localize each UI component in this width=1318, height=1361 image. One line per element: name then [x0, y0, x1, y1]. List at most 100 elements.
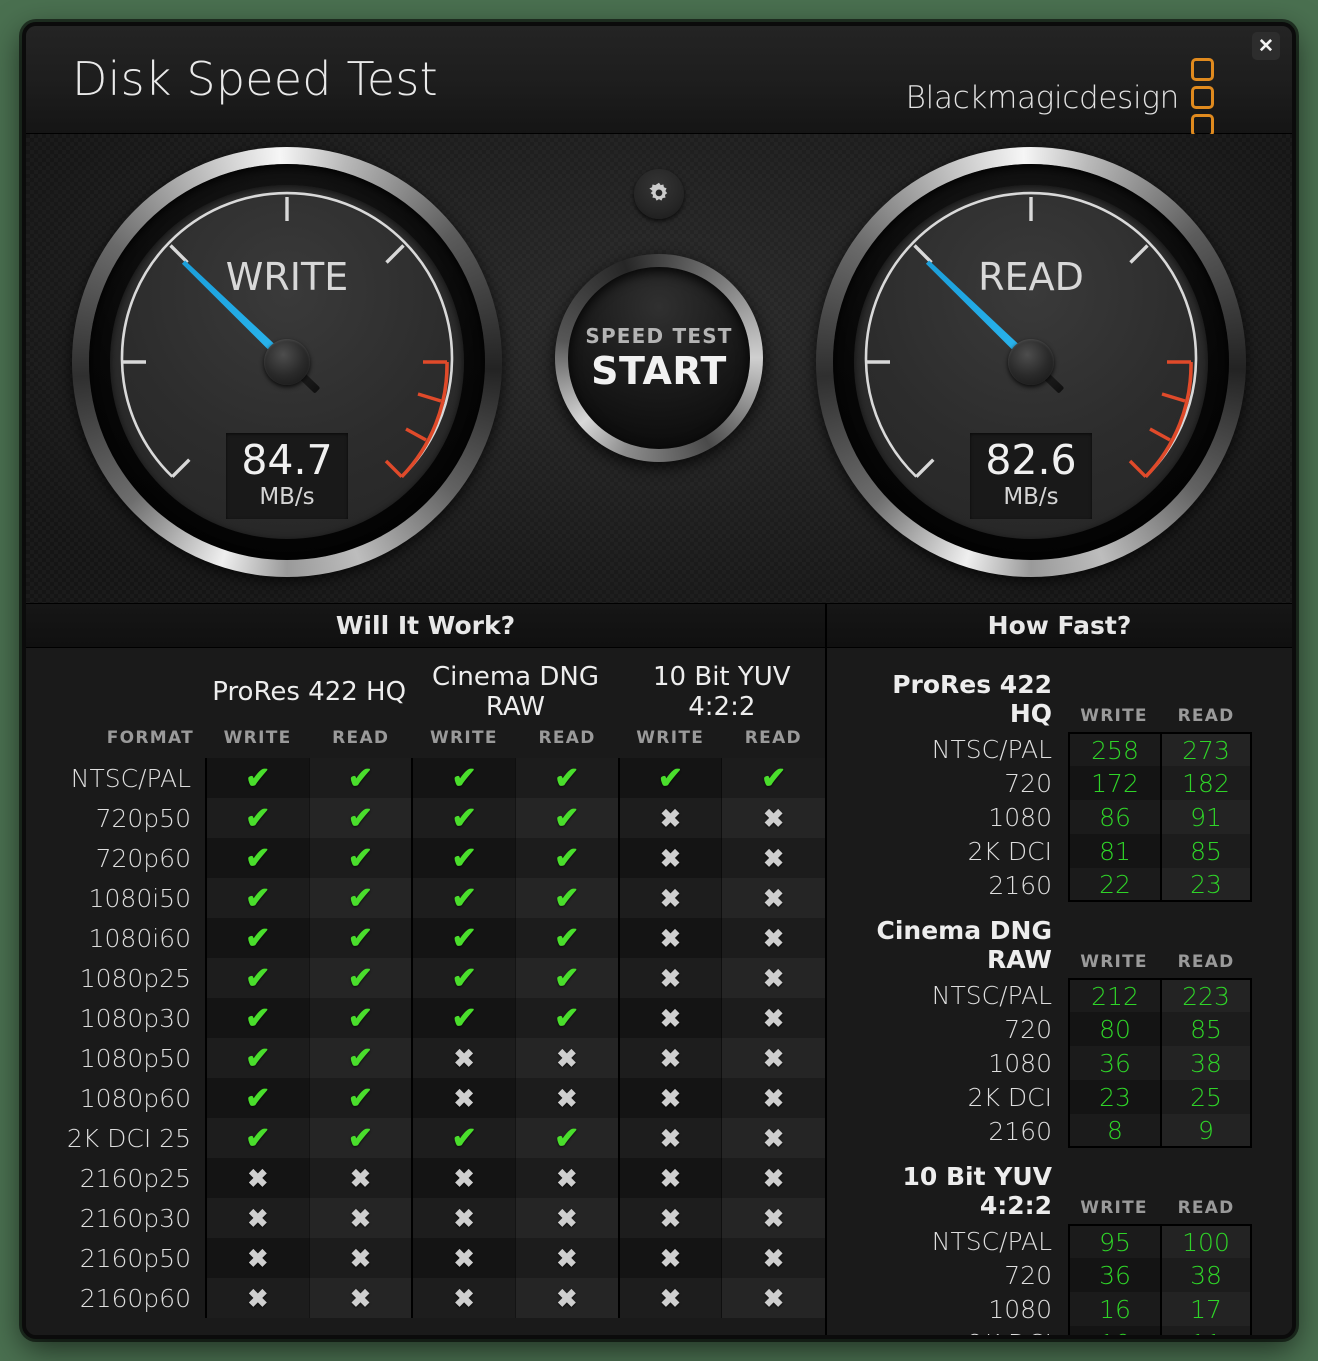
wiw-cell: ✔ — [411, 798, 516, 838]
cross-icon: ✖ — [453, 1204, 475, 1233]
list-item: 2K DCI 23 25 — [849, 1080, 1252, 1114]
cross-icon: ✖ — [556, 1044, 578, 1073]
wiw-format-label: 720p50 — [26, 798, 206, 838]
settings-button[interactable] — [634, 169, 684, 219]
how-fast-format-label: 720 — [1004, 1014, 1052, 1044]
wiw-cell: ✔ — [308, 918, 413, 958]
wiw-cell: ✖ — [308, 1158, 413, 1198]
results-section: Will It Work? ProRes 422 HQ Cinema DNG RA… — [26, 604, 1292, 1335]
table-row: 1080i60 ✔ ✔ ✔ ✔ ✖ ✖ — [26, 918, 825, 958]
cross-icon: ✖ — [763, 804, 785, 833]
wiw-group-header-1: Cinema DNG RAW — [431, 662, 599, 722]
read-gauge-hub — [1008, 339, 1054, 385]
wiw-cell: ✔ — [514, 1118, 619, 1158]
cross-icon: ✖ — [350, 1284, 371, 1313]
cross-icon: ✖ — [247, 1284, 269, 1313]
will-it-work-panel: Will It Work? ProRes 422 HQ Cinema DNG RA… — [26, 604, 825, 1335]
wiw-cell: ✖ — [617, 1158, 722, 1198]
write-gauge: WRITE 84.7 MB/s — [72, 147, 502, 577]
wiw-cell: ✔ — [308, 838, 413, 878]
wiw-format-label: 2160p25 — [26, 1158, 206, 1198]
wiw-cell: ✖ — [514, 1198, 619, 1238]
list-item: 2K DCI 81 85 — [849, 834, 1252, 868]
table-row: 2160p25 ✖ ✖ ✖ ✖ ✖ ✖ — [26, 1158, 825, 1198]
cross-icon: ✖ — [659, 804, 681, 833]
check-icon: ✔ — [245, 1041, 271, 1075]
how-fast-title: How Fast? — [827, 604, 1292, 648]
check-icon: ✔ — [554, 881, 580, 915]
cross-icon: ✖ — [659, 1044, 681, 1073]
how-fast-section-0: ProRes 422 HQ WRITE READ NTSC/PAL 258 273 720 1… — [849, 670, 1252, 902]
wiw-cell: ✖ — [514, 1038, 619, 1078]
how-fast-write-header: WRITE — [1080, 1198, 1148, 1218]
wiw-cell: ✖ — [617, 1118, 722, 1158]
cross-icon: ✖ — [763, 1204, 785, 1233]
check-icon: ✔ — [451, 921, 477, 955]
cross-icon: ✖ — [763, 924, 785, 953]
wiw-cell: ✖ — [514, 1278, 619, 1318]
wiw-cell: ✖ — [204, 1198, 310, 1238]
wiw-cell: ✖ — [617, 1198, 722, 1238]
check-icon: ✔ — [554, 761, 580, 795]
wiw-cell: ✔ — [411, 958, 516, 998]
check-icon: ✔ — [245, 921, 271, 955]
wiw-cell: ✖ — [514, 1238, 619, 1278]
wiw-cell: ✖ — [411, 1198, 516, 1238]
cross-icon: ✖ — [350, 1164, 371, 1193]
how-fast-write-value: 36 — [1068, 1258, 1160, 1292]
brand-logo: Blackmagicdesign — [906, 58, 1214, 137]
cross-icon: ✖ — [763, 964, 785, 993]
wiw-cell: ✖ — [308, 1198, 413, 1238]
wiw-cell: ✔ — [308, 798, 413, 838]
how-fast-write-header: WRITE — [1080, 952, 1148, 972]
write-unit: MB/s — [259, 484, 315, 510]
wiw-format-label: 1080i60 — [26, 918, 206, 958]
brand-marks-icon — [1191, 58, 1214, 137]
read-readout: 82.6 MB/s — [970, 433, 1092, 519]
wiw-cell: ✖ — [721, 878, 825, 918]
cross-icon: ✖ — [763, 1244, 785, 1273]
wiw-cell: ✔ — [514, 758, 619, 798]
check-icon: ✔ — [657, 761, 684, 795]
check-icon: ✔ — [451, 1121, 477, 1155]
wiw-cell: ✖ — [617, 1238, 722, 1278]
write-readout: 84.7 MB/s — [226, 433, 348, 519]
write-value: 84.7 — [241, 436, 333, 485]
table-row: 1080p30 ✔ ✔ ✔ ✔ ✖ ✖ — [26, 998, 825, 1038]
wiw-cell: ✔ — [514, 998, 619, 1038]
how-fast-read-header: READ — [1177, 1198, 1235, 1218]
check-icon: ✔ — [347, 761, 374, 795]
wiw-cell: ✖ — [617, 838, 722, 878]
wiw-cell: ✖ — [411, 1158, 516, 1198]
check-icon: ✔ — [554, 1001, 580, 1035]
how-fast-read-value: 25 — [1160, 1080, 1252, 1114]
wiw-format-label: 720p60 — [26, 838, 206, 878]
check-icon: ✔ — [554, 801, 580, 835]
wiw-subheader-3: READ — [538, 728, 596, 748]
check-icon: ✔ — [451, 761, 477, 795]
wiw-cell: ✔ — [514, 878, 619, 918]
how-fast-write-header: WRITE — [1080, 706, 1148, 726]
wiw-cell: ✖ — [411, 1278, 516, 1318]
how-fast-write-value: 36 — [1068, 1046, 1160, 1080]
wiw-cell: ✖ — [721, 1238, 825, 1278]
wiw-cell: ✔ — [204, 1118, 310, 1158]
check-icon: ✔ — [554, 841, 580, 875]
wiw-format-label: 1080p60 — [26, 1078, 206, 1118]
wiw-cell: ✖ — [204, 1238, 310, 1278]
list-item: 1080 16 17 — [849, 1292, 1252, 1326]
how-fast-read-header: READ — [1177, 952, 1235, 972]
wiw-cell: ✖ — [617, 798, 722, 838]
how-fast-read-header: READ — [1177, 706, 1235, 726]
close-icon[interactable]: ✕ — [1252, 32, 1280, 60]
wiw-cell: ✖ — [721, 1038, 825, 1078]
wiw-subheader-4: WRITE — [636, 728, 705, 748]
speed-test-start-button[interactable]: SPEED TEST START — [555, 254, 763, 462]
table-row: 2160p30 ✖ ✖ ✖ ✖ ✖ ✖ — [26, 1198, 825, 1238]
how-fast-write-value: 81 — [1068, 834, 1160, 868]
how-fast-write-value: 23 — [1068, 1080, 1160, 1114]
how-fast-read-value: 11 — [1160, 1326, 1252, 1335]
table-row: 1080p60 ✔ ✔ ✖ ✖ ✖ ✖ — [26, 1078, 825, 1118]
wiw-cell: ✔ — [411, 918, 516, 958]
wiw-cell: ✔ — [204, 798, 310, 838]
